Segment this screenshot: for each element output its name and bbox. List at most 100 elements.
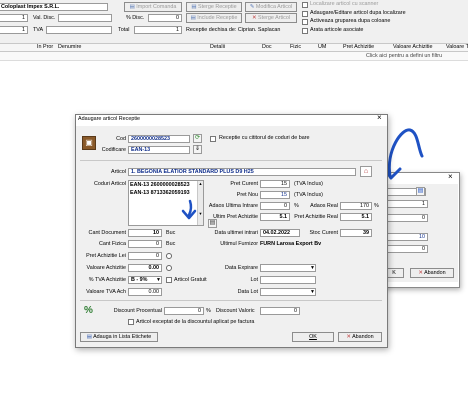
codificare-field[interactable]: EAN-13 (128, 146, 190, 154)
pret-achizitie-real-field[interactable]: 5.1 (340, 213, 372, 221)
back-dialog-value3[interactable]: 10 (384, 233, 428, 241)
pct-disc-field[interactable]: 0 (148, 14, 182, 22)
filter-hint[interactable]: Click aici pentru a defini un filtru (366, 52, 442, 60)
chevron-down-icon: ▼ (310, 265, 315, 271)
lot-field[interactable] (260, 276, 316, 284)
articol-exceptat-checkbox[interactable] (128, 319, 134, 325)
lot-label: Lot (250, 277, 259, 283)
cant-document-field[interactable]: 10 (128, 229, 162, 237)
codificare-label: Codificare (101, 147, 126, 153)
pret-curent-field[interactable]: 15 (260, 180, 290, 188)
sterge-articol-button[interactable]: ✕ Sterge Articol (245, 13, 297, 23)
total-label: Total (118, 27, 130, 33)
localizare-scanner-checkbox[interactable] (302, 2, 308, 8)
list-item[interactable]: EAN-13 2600000028523 (130, 181, 190, 189)
arata-articole-checkbox[interactable] (302, 28, 308, 34)
abandon-button[interactable]: ✕ Abandon (338, 332, 382, 342)
data-ultimei-label: Data ultimei intrari (214, 230, 258, 236)
include-receptie-button[interactable]: ▤ Include Receptie (186, 13, 242, 23)
receptie-cititorul-checkbox[interactable] (210, 136, 216, 142)
cant-fizica-field[interactable]: 0 (128, 240, 162, 248)
valoare-tva-label: Valoare TVA Ach (86, 289, 126, 295)
localizare-scanner-label: Localizare articol cu scanner (310, 1, 379, 7)
cant-document-label: Cant Document (88, 230, 126, 236)
data-expirare-field[interactable] (260, 264, 316, 272)
delete-article-icon: ✕ (251, 15, 257, 21)
back-dialog-close[interactable]: × (448, 173, 453, 181)
articol-field[interactable]: 1. BEGONIA ELATIOR STANDARD PLUS D9 H25 (128, 168, 356, 176)
pret-lei-field[interactable]: 0 (128, 252, 162, 260)
back-dialog-value2[interactable]: 0 (384, 214, 428, 222)
col-valoare-tva[interactable]: Valoare TVA (446, 43, 468, 51)
adauga-lista-button[interactable]: ▤ Adauga in Lista Etichete (80, 332, 158, 342)
col-denumire[interactable]: Denumire (58, 43, 81, 51)
col-pret-achizitie[interactable]: Pret Achizitie (343, 43, 374, 51)
ultimul-furnizor-label: Ultimul Furnizor (220, 241, 258, 247)
delete-icon: ▤ (191, 4, 197, 10)
tva-achizitie-dropdown[interactable]: ▼ (156, 277, 161, 283)
articol-lookup-button[interactable]: ⌂ (360, 166, 372, 177)
discount-valoric-label: Discount Valoric (216, 308, 255, 314)
separator-2 (80, 300, 382, 301)
data-lot-dropdown[interactable]: ▼ (310, 289, 315, 295)
chevron-down-icon: ⇓ (194, 146, 201, 152)
pret-lei-radio[interactable] (166, 253, 172, 259)
arrow-curve (387, 128, 424, 178)
data-lot-field[interactable] (260, 288, 316, 296)
col-um[interactable]: UM (318, 43, 326, 51)
discount-valoric-field[interactable]: 0 (260, 307, 300, 315)
data-ultimei-field[interactable]: 04.02.2022 (260, 229, 300, 237)
col-in-pror[interactable]: In Pror (37, 43, 53, 51)
valoare-achizitie-field[interactable]: 0.00 (128, 264, 162, 272)
articol-gratuit-checkbox[interactable] (166, 277, 172, 283)
adaos-real-pct: % (374, 203, 379, 209)
activeaza-gruparea-checkbox[interactable] (302, 19, 308, 25)
valoare-achizitie-label: Valoare Achizitie (86, 265, 126, 271)
valoare-achizitie-radio[interactable] (166, 265, 172, 271)
sterge-receptie-button[interactable]: ▤ Sterge Receptie (186, 2, 242, 12)
col-doc[interactable]: Doc (262, 43, 272, 51)
pret-nou-field[interactable]: 15 (260, 191, 290, 199)
adaos-real-label: Adaos Real (310, 203, 338, 209)
adaugare-localizare-checkbox[interactable] (302, 11, 308, 17)
annotation-arrow-small (181, 199, 197, 220)
discount-procentual-field[interactable]: 0 (164, 307, 204, 315)
back-dialog-value4[interactable]: 0 (384, 245, 428, 253)
valoare-tva-field[interactable]: 0.00 (128, 288, 162, 296)
back-dialog-chip[interactable]: ▤ (416, 187, 425, 196)
row1-value[interactable]: 1 (0, 14, 28, 22)
data-expirare-dropdown[interactable]: ▼ (310, 265, 315, 271)
cod-field[interactable]: 2600000028523 (128, 135, 190, 143)
dialog-close-button[interactable]: × (377, 114, 382, 122)
tva-field[interactable] (46, 26, 112, 34)
label-icon: ▤ (86, 334, 92, 340)
dialog-title: Adaugare articol Receptie (78, 116, 141, 122)
col-detalii[interactable]: Detalii (210, 43, 225, 51)
codificare-dropdown[interactable]: ⇓ (193, 145, 202, 154)
cant-fizica-label: Cant Fizica (99, 241, 126, 247)
client-name-field[interactable]: Coloplast Impex S.R.L. (0, 3, 108, 11)
refresh-button[interactable]: ⟳ (193, 134, 202, 143)
ultim-pret-field[interactable]: 5.1 (260, 213, 290, 221)
coduri-label: Coduri Articol (93, 181, 126, 187)
include-icon: ▤ (190, 15, 196, 21)
arrow-line (187, 199, 193, 217)
back-dialog-value1[interactable]: 1 (384, 200, 428, 208)
list-item[interactable]: EAN-13 8713362059193 (130, 189, 190, 197)
back-dialog-abandon[interactable]: ✕ Abandon (410, 268, 454, 278)
row2-value[interactable]: 1 (0, 26, 28, 34)
adaos-real-field[interactable]: 170 (340, 202, 372, 210)
ok-button[interactable]: OK (292, 332, 334, 342)
ultimul-furnizor-value: FURN Larosa Export Bv (260, 241, 322, 247)
import-comanda-button[interactable]: ▤ Import Comanda (124, 2, 182, 12)
col-fizic[interactable]: Fizic (290, 43, 301, 51)
col-valoare-achizitie[interactable]: Valoare Achizitie (393, 43, 432, 51)
activeaza-gruparea-label: Activeaza gruparea dupa coloane (310, 18, 391, 24)
total-field[interactable]: 1 (134, 26, 182, 34)
adaos-ultima-field[interactable]: 0 (260, 202, 290, 210)
articol-label: Articol (111, 169, 126, 175)
modifica-articol-button[interactable]: ✎ Modifica Articol (245, 2, 297, 12)
val-disc-field[interactable] (58, 14, 112, 22)
stoc-curent-field[interactable]: 39 (340, 229, 372, 237)
receptie-cititorul-label: Receptie cu cititorul de coduri de bare (219, 135, 310, 141)
